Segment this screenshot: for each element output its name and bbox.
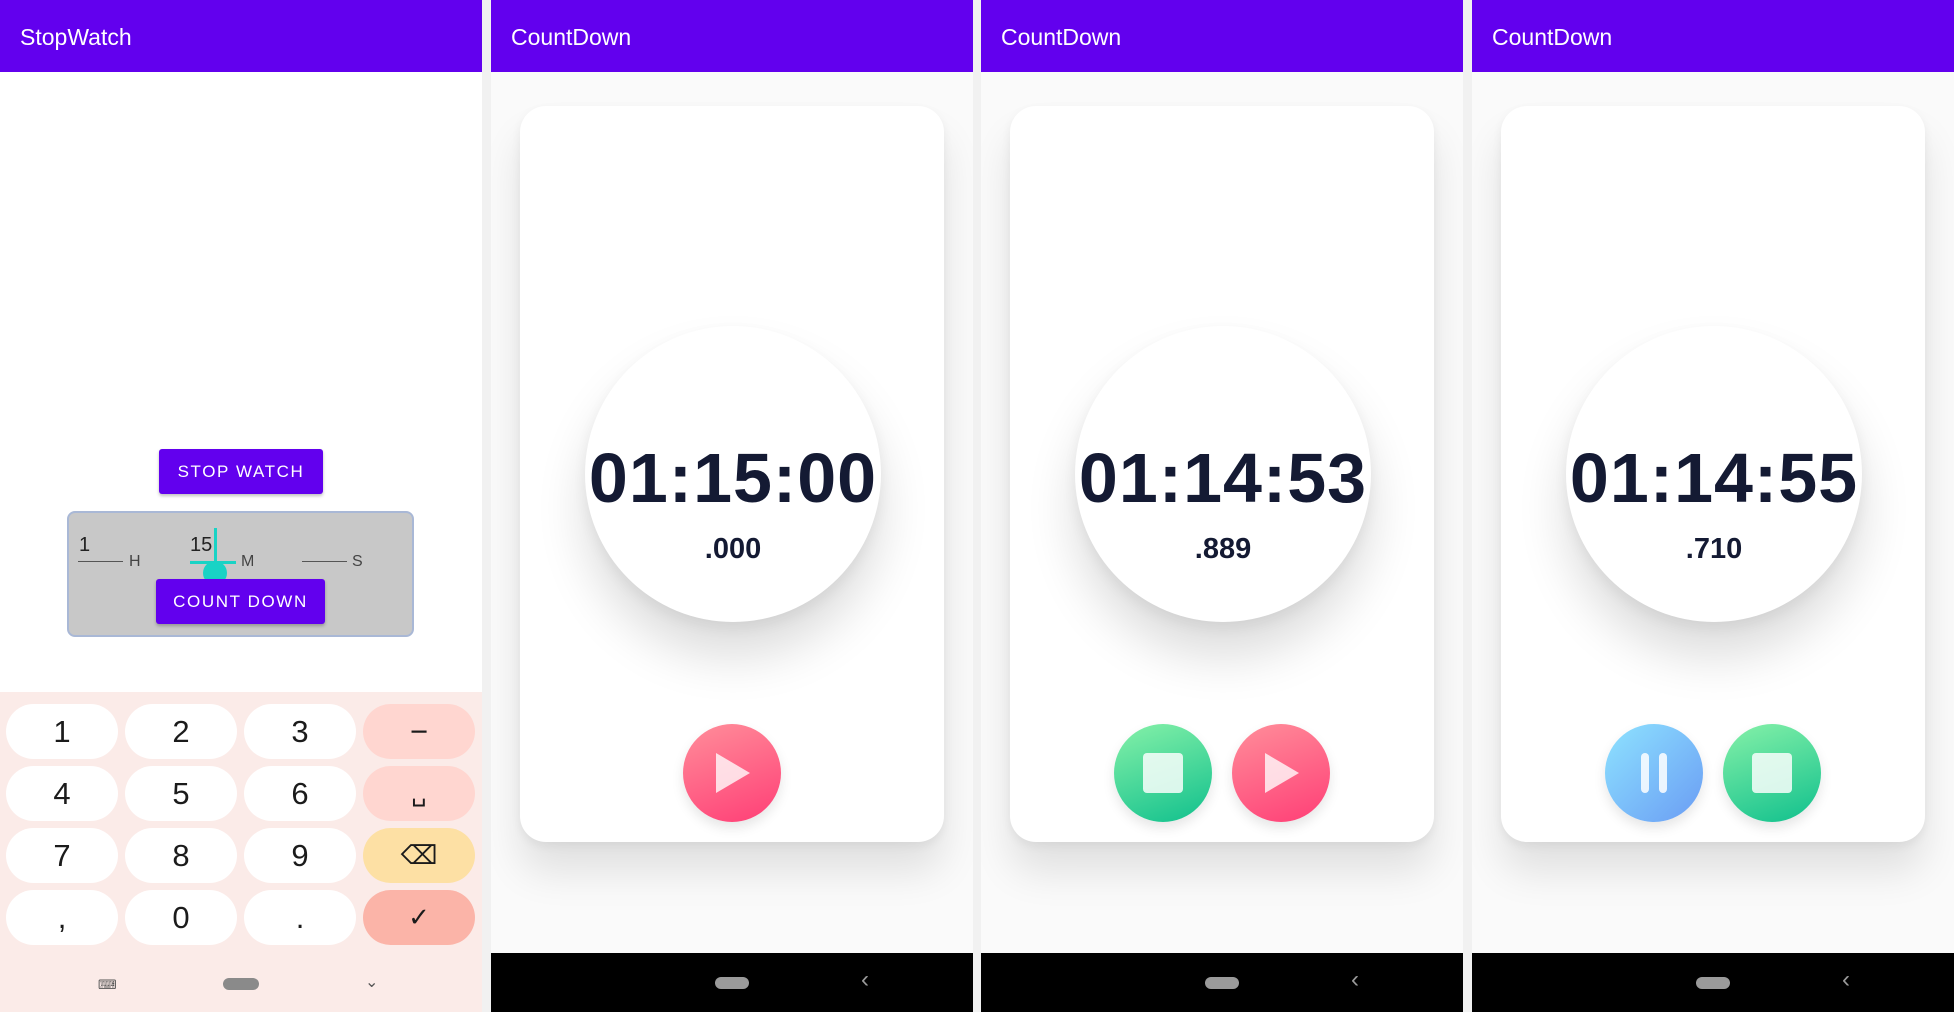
stop-button[interactable] <box>1723 724 1821 822</box>
app-title: CountDown <box>1492 24 1613 50</box>
key-8[interactable]: 8 <box>125 828 237 883</box>
time-display: 01:14:55 <box>1569 439 1859 517</box>
back-icon[interactable]: ‹ <box>861 966 869 994</box>
hours-input[interactable]: 1 <box>79 534 90 557</box>
hours-unit-label: H <box>129 553 141 570</box>
backspace-key[interactable]: ⌫ <box>363 828 475 883</box>
app-bar: CountDown <box>491 0 973 72</box>
enter-key[interactable]: ✓ <box>363 890 475 945</box>
seconds-unit-label: S <box>352 553 363 570</box>
countdown-screen-1: CountDown 01:15:00 .000 ‹ <box>491 0 973 1012</box>
stop-watch-button[interactable]: STOP WATCH <box>159 449 323 494</box>
chevron-down-icon[interactable]: ⌄ <box>365 972 378 992</box>
key-0[interactable]: 0 <box>125 890 237 945</box>
panel-divider <box>1463 0 1472 1012</box>
play-icon <box>1265 753 1299 793</box>
timer-card: 01:15:00 .000 <box>520 106 944 842</box>
timer-dial: 01:14:53 .889 <box>1075 326 1371 622</box>
stop-icon <box>1143 753 1183 793</box>
play-button[interactable] <box>683 724 781 822</box>
timer-card: 01:14:55 .710 <box>1501 106 1925 842</box>
key-6[interactable]: 6 <box>244 766 356 821</box>
stop-button[interactable] <box>1114 724 1212 822</box>
pause-icon <box>1641 753 1667 793</box>
key-9[interactable]: 9 <box>244 828 356 883</box>
time-display: 01:15:00 <box>588 439 878 517</box>
system-nav-bar: ‹ <box>491 953 973 1012</box>
app-title: StopWatch <box>20 24 132 50</box>
countdown-screen-3: CountDown 01:14:55 .710 ‹ <box>1472 0 1954 1012</box>
key-5[interactable]: 5 <box>125 766 237 821</box>
seconds-underline <box>302 561 347 562</box>
key-4[interactable]: 4 <box>6 766 118 821</box>
stopwatch-screen: StopWatch STOP WATCH 1 H 15 M S COUNT DO… <box>0 0 482 1012</box>
millis-display: .889 <box>1194 533 1252 565</box>
hours-underline <box>78 561 123 562</box>
panel-divider <box>482 0 491 1012</box>
app-title: CountDown <box>1001 24 1122 50</box>
app-bar: StopWatch <box>0 0 482 72</box>
count-down-button[interactable]: COUNT DOWN <box>156 579 325 624</box>
stop-icon <box>1752 753 1792 793</box>
app-bar: CountDown <box>1472 0 1954 72</box>
home-pill[interactable] <box>223 978 259 990</box>
key-period[interactable]: . <box>244 890 356 945</box>
system-nav-bar: ‹ <box>1472 953 1954 1012</box>
app-title: CountDown <box>511 24 632 50</box>
timer-card: 01:14:53 .889 <box>1010 106 1434 842</box>
panel-divider <box>973 0 981 1012</box>
pause-button[interactable] <box>1605 724 1703 822</box>
key-minus[interactable]: − <box>363 704 475 759</box>
keyboard-switch-icon[interactable]: ⌨ <box>98 977 117 993</box>
countdown-screen-2: CountDown 01:14:53 .889 ‹ <box>981 0 1463 1012</box>
play-icon <box>716 753 750 793</box>
millis-display: .710 <box>1685 533 1743 565</box>
back-icon[interactable]: ‹ <box>1351 966 1359 994</box>
time-display: 01:14:53 <box>1078 439 1368 517</box>
home-pill[interactable] <box>1696 977 1730 989</box>
key-1[interactable]: 1 <box>6 704 118 759</box>
system-nav-bar: ‹ <box>981 953 1463 1012</box>
minutes-unit-label: M <box>241 553 255 570</box>
back-icon[interactable]: ‹ <box>1842 966 1850 994</box>
app-bar: CountDown <box>981 0 1463 72</box>
key-space[interactable]: ␣ <box>363 766 475 821</box>
key-7[interactable]: 7 <box>6 828 118 883</box>
key-3[interactable]: 3 <box>244 704 356 759</box>
home-pill[interactable] <box>1205 977 1239 989</box>
millis-display: .000 <box>704 533 762 565</box>
timer-dial: 01:15:00 .000 <box>585 326 881 622</box>
numeric-keyboard: 1 2 3 − 4 5 6 ␣ 7 8 9 ⌫ , 0 . ✓ ⌨ ⌄ <box>0 692 482 1012</box>
play-button[interactable] <box>1232 724 1330 822</box>
timer-dial: 01:14:55 .710 <box>1566 326 1862 622</box>
minutes-input[interactable]: 15 <box>190 534 212 557</box>
key-comma[interactable]: , <box>6 890 118 945</box>
home-pill[interactable] <box>715 977 749 989</box>
key-2[interactable]: 2 <box>125 704 237 759</box>
